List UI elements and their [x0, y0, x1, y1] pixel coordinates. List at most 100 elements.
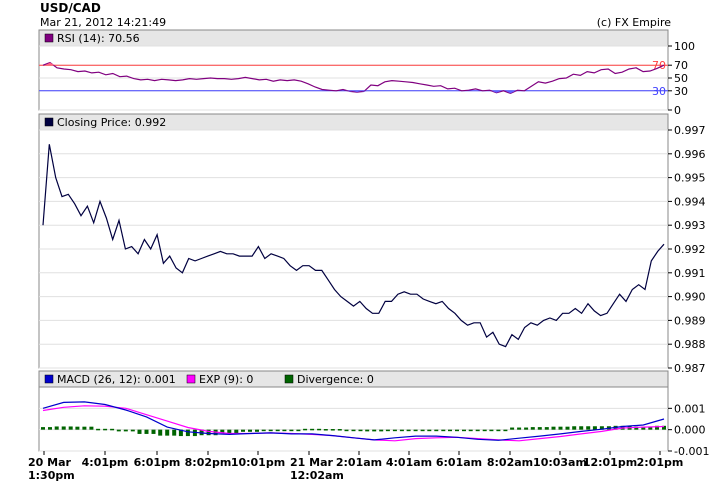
y-tick-label: 0: [674, 104, 681, 117]
divergence-bar: [158, 429, 163, 436]
x-tick-label: 6:01am: [436, 456, 482, 469]
x-tick-label: 6:01pm: [134, 456, 181, 469]
legend-swatch: [284, 374, 294, 384]
divergence-bar: [151, 429, 156, 434]
divergence-bar: [289, 429, 294, 432]
divergence-bar: [455, 429, 459, 432]
legend-label: EXP (9): 0: [199, 373, 253, 386]
divergence-bar: [572, 426, 577, 430]
divergence-bar: [261, 429, 266, 432]
x-tick-label: 8:02am: [487, 456, 533, 469]
divergence-bar: [517, 427, 522, 430]
legend-label: MACD (26, 12): 0.001: [57, 373, 176, 386]
chart-canvas: 1007050300RSI (14): 70.560.9970.9960.995…: [28, 29, 709, 482]
divergence-bar: [558, 426, 563, 430]
divergence-bar: [165, 429, 170, 436]
divergence-bar: [296, 429, 301, 432]
divergence-bar: [475, 429, 480, 432]
y-tick-label: 0.993: [674, 219, 706, 232]
y-tick-label: 100: [674, 40, 695, 53]
panel-frame: [38, 113, 669, 369]
divergence-bar: [565, 426, 570, 430]
y-tick-label: 0.995: [674, 172, 706, 185]
divergence-bar: [116, 429, 121, 432]
divergence-bar: [462, 429, 466, 432]
y-tick-label: 0.996: [674, 148, 706, 161]
divergence-bar: [358, 429, 363, 432]
y-tick-label: 50: [674, 72, 688, 85]
divergence-bar: [496, 429, 501, 432]
x-tick-label: 4:01am: [386, 456, 432, 469]
divergence-bar: [441, 429, 446, 432]
divergence-bar: [317, 428, 322, 431]
divergence-bar: [537, 427, 542, 430]
divergence-bar: [448, 429, 452, 432]
y-tick-label: 0.989: [674, 314, 706, 327]
y-tick-label: 0.987: [674, 362, 706, 375]
divergence-bar: [365, 429, 370, 432]
divergence-bar: [48, 427, 52, 430]
y-tick-label: 0.994: [674, 195, 706, 208]
divergence-bar: [303, 428, 308, 431]
x-tick-label: 21 Mar: [290, 456, 334, 469]
divergence-bar: [372, 429, 377, 432]
divergence-bar: [275, 429, 280, 432]
divergence-bar: [323, 429, 328, 431]
divergence-bar: [310, 428, 315, 431]
divergence-bar: [241, 429, 245, 432]
divergence-bar: [248, 429, 252, 432]
divergence-bar: [89, 426, 94, 430]
x-tick-label-line2: 1:30pm: [28, 469, 75, 482]
y-tick-label: 0.990: [674, 291, 706, 304]
legend-label: RSI (14): 70.56: [57, 32, 140, 45]
x-tick-label: 10:01pm: [231, 456, 285, 469]
divergence-bar: [482, 429, 487, 432]
divergence-bar: [123, 429, 128, 432]
divergence-bar: [337, 429, 342, 431]
y-tick-label: 0.991: [674, 267, 706, 280]
divergence-bar: [110, 428, 115, 431]
x-tick-label: 20 Mar: [28, 456, 72, 469]
divergence-bar: [379, 429, 384, 432]
divergence-bar: [427, 429, 432, 432]
x-tick-label: 12:01pm: [583, 456, 637, 469]
divergence-bar: [96, 428, 101, 431]
divergence-bar: [524, 427, 529, 430]
legend-swatch: [44, 374, 54, 384]
divergence-bar: [227, 429, 232, 434]
divergence-bar: [234, 429, 239, 434]
legend-swatch: [44, 33, 54, 43]
divergence-bar: [330, 429, 335, 431]
x-tick-label: 2:01am: [336, 456, 382, 469]
divergence-bar: [434, 429, 439, 432]
legend-swatch: [44, 117, 54, 127]
x-tick-label: 10:03am: [533, 456, 587, 469]
divergence-bar: [551, 426, 556, 430]
y-tick-label: 0.992: [674, 243, 706, 256]
divergence-bar: [544, 427, 549, 430]
divergence-bar: [41, 427, 45, 430]
divergence-bar: [185, 429, 190, 437]
legend-label: Closing Price: 0.992: [57, 116, 166, 129]
y-tick-label: 0.001: [674, 402, 706, 415]
y-tick-label: 30: [674, 85, 688, 98]
rsi-reference-label: 30: [652, 85, 666, 98]
divergence-bar: [61, 426, 66, 430]
divergence-bar: [351, 429, 356, 432]
y-tick-label: 0.997: [674, 124, 706, 137]
divergence-bar: [592, 426, 597, 430]
divergence-bar: [413, 429, 418, 432]
divergence-bar: [344, 429, 349, 432]
y-tick-label: 0.988: [674, 338, 706, 351]
divergence-bar: [586, 426, 591, 430]
divergence-bar: [268, 429, 273, 432]
divergence-bar: [137, 429, 142, 434]
x-tick-label: 2:01pm: [637, 456, 684, 469]
divergence-bar: [406, 429, 411, 432]
y-tick-label: 70: [674, 59, 688, 72]
divergence-bar: [385, 429, 390, 432]
divergence-bar: [68, 426, 73, 430]
divergence-bar: [392, 429, 397, 432]
divergence-bar: [130, 429, 135, 432]
divergence-bar: [503, 429, 508, 432]
